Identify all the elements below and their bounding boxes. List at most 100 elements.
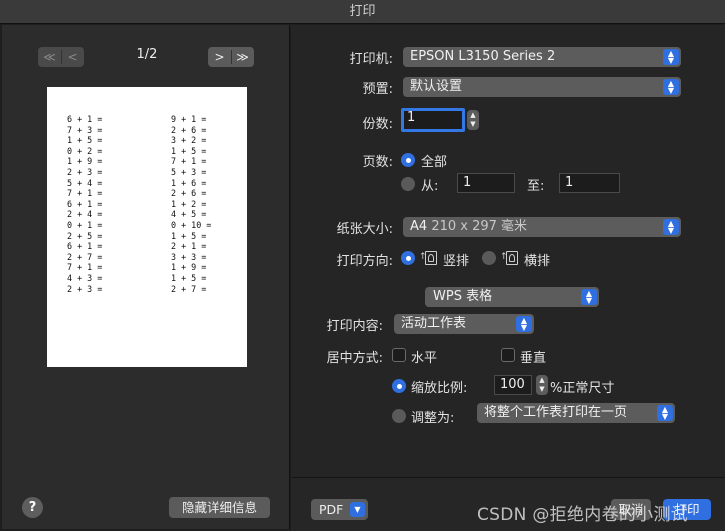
scale-stepper[interactable]: ▲ ▼ bbox=[536, 375, 548, 395]
help-icon: ? bbox=[28, 500, 37, 515]
centering-label: 居中方式: bbox=[326, 351, 383, 366]
print-content-value: 活动工作表 bbox=[401, 316, 467, 331]
scale-suffix: %正常尺寸 bbox=[550, 381, 615, 396]
paper-size-select[interactable]: A4 210 x 297 毫米 ▲ ▼ bbox=[403, 217, 681, 237]
portrait-figure-icon bbox=[428, 254, 434, 262]
copies-field[interactable]: 1 bbox=[401, 108, 465, 132]
preview-line: 3 + 3 = bbox=[171, 251, 207, 262]
pages-all-radio[interactable] bbox=[401, 153, 415, 167]
page-indicator: 1/2 bbox=[136, 47, 158, 62]
printer-select[interactable]: EPSON L3150 Series 2 ▲ ▼ bbox=[403, 47, 681, 67]
preview-line: 6 + 1 = bbox=[67, 198, 103, 209]
chevron-updown-icon: ▲ ▼ bbox=[663, 79, 679, 95]
preset-label: 预置: bbox=[362, 82, 393, 97]
landscape-radio[interactable] bbox=[482, 251, 496, 265]
last-page-button[interactable]: ≫ bbox=[231, 47, 254, 67]
preview-line: 2 + 6 = bbox=[171, 124, 207, 135]
preview-line: 4 + 3 = bbox=[67, 272, 103, 283]
preview-line: 1 + 5 = bbox=[67, 135, 103, 146]
portrait-icon bbox=[425, 251, 437, 265]
printer-label: 打印机: bbox=[349, 52, 393, 67]
portrait-radio[interactable] bbox=[401, 251, 415, 265]
preset-value: 默认设置 bbox=[410, 79, 463, 94]
preview-pane: ≪ < 1/2 > ≫ 6 + 1 = 7 + 3 = 1 + 5 = 0 + 2 = 1 … bbox=[2, 25, 290, 529]
prev-page-button[interactable]: < bbox=[61, 47, 84, 67]
preview-line: 2 + 1 = bbox=[171, 241, 207, 252]
preview-line: 2 + 3 = bbox=[67, 166, 103, 177]
preview-line: 1 + 9 = bbox=[67, 156, 103, 167]
preview-line: 1 + 5 = bbox=[171, 230, 207, 241]
pdf-menu-button[interactable]: PDF ▼ bbox=[311, 499, 368, 520]
chevron-updown-icon: ▲ ▼ bbox=[663, 219, 679, 235]
landscape-figure-icon bbox=[509, 254, 515, 262]
landscape-label: 横排 bbox=[524, 254, 551, 269]
next-page-button[interactable]: > bbox=[208, 47, 231, 67]
preview-line: 3 + 2 = bbox=[171, 135, 207, 146]
preview-nav-back-group: ≪ < bbox=[38, 47, 84, 67]
chevron-down-icon: ▼ bbox=[350, 502, 365, 517]
preview-left-column: 6 + 1 = 7 + 3 = 1 + 5 = 0 + 2 = 1 + 9 = 2 + 3… bbox=[67, 114, 102, 294]
copies-label: 份数: bbox=[362, 117, 393, 132]
preview-line: 7 + 3 = bbox=[67, 124, 103, 135]
print-content-label: 打印内容: bbox=[326, 319, 383, 334]
chevron-updown-icon: ▲ ▼ bbox=[581, 289, 597, 305]
preview-line: 2 + 6 = bbox=[171, 188, 207, 199]
preview-line: 0 + 1 = bbox=[67, 219, 103, 230]
printer-value: EPSON L3150 Series 2 bbox=[410, 49, 556, 64]
hide-details-button[interactable]: 隐藏详细信息 bbox=[169, 497, 270, 518]
preview-line: 0 + 2 = bbox=[67, 145, 103, 156]
preset-select[interactable]: 默认设置 ▲ ▼ bbox=[403, 77, 681, 97]
fit-select[interactable]: 将整个工作表打印在一页 ▲ ▼ bbox=[477, 403, 675, 423]
center-horizontal-label: 水平 bbox=[411, 351, 438, 366]
preview-line: 2 + 3 = bbox=[67, 283, 103, 294]
paper-size-label: 纸张大小: bbox=[336, 222, 393, 237]
preview-right-column: 9 + 1 = 2 + 6 = 3 + 2 = 1 + 5 = 7 + 1 = 5 + 3… bbox=[171, 114, 211, 294]
preview-line: 1 + 5 = bbox=[171, 145, 207, 156]
landscape-icon bbox=[506, 251, 518, 265]
preview-line: 1 + 2 = bbox=[171, 198, 207, 209]
pages-from-label: 从: bbox=[421, 179, 439, 194]
wps-section-value: WPS 表格 bbox=[433, 289, 493, 304]
fit-radio[interactable] bbox=[392, 409, 406, 423]
nav-separator bbox=[61, 50, 62, 64]
preview-line: 7 + 1 = bbox=[67, 262, 103, 273]
chevron-updown-icon: ▲ ▼ bbox=[657, 405, 673, 421]
center-horizontal-checkbox[interactable] bbox=[392, 348, 406, 362]
first-page-button[interactable]: ≪ bbox=[38, 47, 61, 67]
scale-field[interactable]: 100 bbox=[494, 375, 532, 395]
preview-line: 2 + 7 = bbox=[67, 251, 103, 262]
preview-line: 5 + 4 = bbox=[67, 177, 103, 188]
preview-line: 7 + 1 = bbox=[171, 156, 207, 167]
preview-line: 2 + 7 = bbox=[171, 283, 207, 294]
preview-line: 6 + 1 = bbox=[67, 241, 103, 252]
preview-line: 2 + 5 = bbox=[67, 230, 103, 241]
watermark: CSDN @拒绝内卷的小测试 bbox=[477, 505, 689, 525]
scale-radio[interactable] bbox=[392, 379, 406, 393]
pages-label: 页数: bbox=[362, 155, 393, 170]
preview-line: 1 + 6 = bbox=[171, 177, 207, 188]
print-content-select[interactable]: 活动工作表 ▲ ▼ bbox=[394, 314, 534, 334]
pages-to-field[interactable]: 1 bbox=[559, 173, 620, 193]
fit-value: 将整个工作表打印在一页 bbox=[484, 405, 628, 420]
center-vertical-checkbox[interactable] bbox=[501, 348, 515, 362]
center-vertical-label: 垂直 bbox=[520, 351, 547, 366]
orientation-label: 打印方向: bbox=[336, 254, 393, 269]
preview-line: 9 + 1 = bbox=[171, 114, 207, 124]
help-button[interactable]: ? bbox=[22, 497, 43, 518]
fit-label: 调整为: bbox=[411, 411, 455, 426]
preview-line: 7 + 1 = bbox=[67, 188, 103, 199]
chevron-updown-icon: ▲ ▼ bbox=[663, 49, 679, 65]
chevron-updown-icon: ▲ ▼ bbox=[516, 316, 532, 332]
copies-stepper[interactable]: ▲ ▼ bbox=[467, 110, 479, 130]
nav-separator bbox=[231, 50, 232, 64]
window-title: 打印 bbox=[0, 0, 725, 24]
portrait-label: 竖排 bbox=[443, 254, 470, 269]
preview-line: 0 + 10 = bbox=[171, 219, 212, 230]
preview-line: 1 + 9 = bbox=[171, 262, 207, 273]
pages-range-radio[interactable] bbox=[401, 177, 415, 191]
paper-size-value: A4 bbox=[410, 219, 428, 234]
preview-line: 2 + 4 = bbox=[67, 209, 103, 220]
wps-section-select[interactable]: WPS 表格 ▲ ▼ bbox=[425, 287, 599, 307]
preview-line: 6 + 1 = bbox=[67, 114, 103, 124]
pages-from-field[interactable]: 1 bbox=[457, 173, 515, 193]
